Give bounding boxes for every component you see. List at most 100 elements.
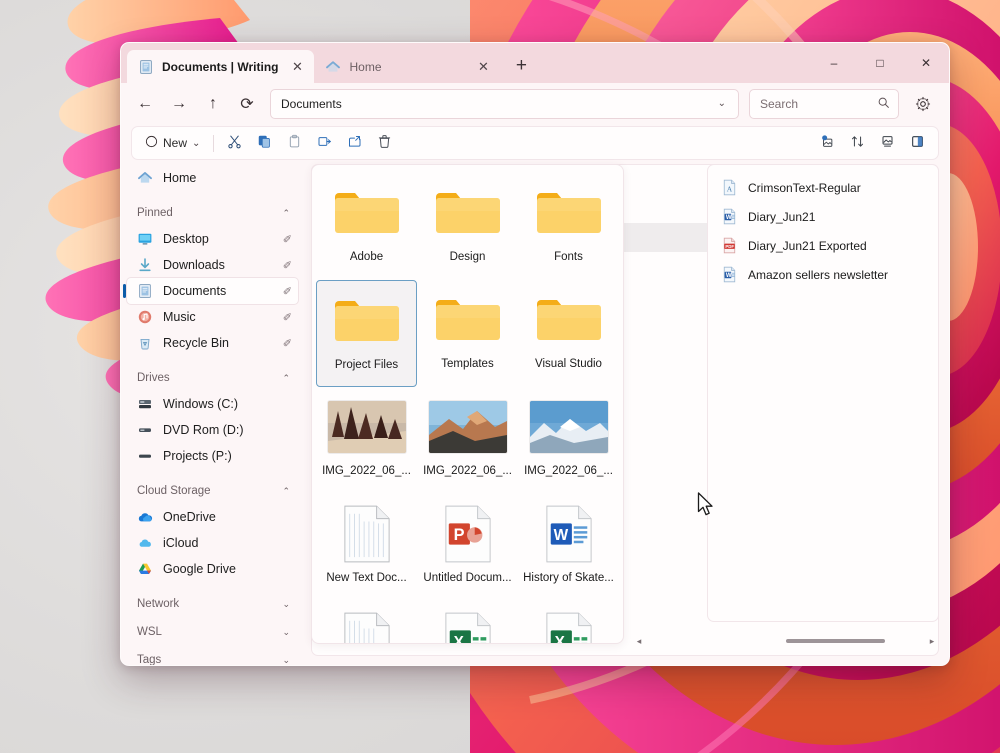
delete-button[interactable] <box>369 129 399 157</box>
maximize-button[interactable]: □ <box>857 43 903 83</box>
sidebar-item-label: Recycle Bin <box>163 336 229 350</box>
scroll-left-arrow-icon[interactable]: ◂ <box>634 636 644 647</box>
sidebar-item-downloads[interactable]: Downloads ✐ <box>127 252 298 278</box>
file-tile-text[interactable] <box>316 601 417 643</box>
pin-icon[interactable]: ✐ <box>283 233 292 246</box>
image-thumbnail <box>529 395 608 459</box>
tab-home[interactable]: Home ✕ <box>314 50 500 83</box>
chevron-down-icon[interactable]: ⌄ <box>282 655 290 666</box>
sidebar-item-onedrive[interactable]: OneDrive <box>127 504 298 530</box>
toolbar-divider <box>213 134 215 152</box>
pin-icon[interactable]: ✐ <box>283 337 292 350</box>
sidebar-item-projects-p[interactable]: Projects (P:) <box>127 443 298 469</box>
sidebar-item-google-drive[interactable]: Google Drive <box>127 556 298 582</box>
file-tile-folder[interactable]: Templates <box>417 280 518 387</box>
file-tile-image[interactable]: IMG_2022_06_... <box>316 387 417 494</box>
sidebar-group-cloud-storage[interactable]: Cloud Storage ⌃ <box>127 478 298 504</box>
up-button[interactable]: ↑ <box>197 89 229 119</box>
search-input[interactable] <box>760 96 877 111</box>
file-tile-text[interactable]: New Text Doc... <box>316 494 417 601</box>
image-thumbnail <box>428 395 507 459</box>
new-tab-button[interactable]: + <box>506 51 536 81</box>
right-file-pane[interactable]: A CrimsonText-Regular W Diary_Jun21 PDF … <box>707 164 939 622</box>
chevron-down-icon[interactable]: ⌄ <box>282 627 290 638</box>
back-button[interactable]: ← <box>129 89 161 119</box>
file-tile-folder[interactable]: Design <box>417 173 518 280</box>
file-tile-folder[interactable]: Adobe <box>316 173 417 280</box>
sort-button[interactable] <box>842 129 872 157</box>
scroll-right-arrow-icon[interactable]: ▸ <box>927 636 937 647</box>
share-button[interactable] <box>339 129 369 157</box>
sidebar-item-music[interactable]: Music ✐ <box>127 304 298 330</box>
copy-button[interactable] <box>249 129 279 157</box>
list-item[interactable]: PDF Diary_Jun21 Exported <box>714 231 932 260</box>
scrollbar-thumb[interactable] <box>785 639 885 643</box>
address-bar[interactable]: Documents ⌄ <box>270 88 739 119</box>
sidebar-group-network[interactable]: Network ⌄ <box>127 591 298 617</box>
plus-circle-icon <box>145 135 158 151</box>
file-tile-excel[interactable]: X <box>518 601 619 643</box>
rename-button[interactable] <box>309 129 339 157</box>
tab-documents-writing[interactable]: Documents | Writing ✕ <box>127 50 315 83</box>
file-icon-grid[interactable]: Adobe Design Fonts Project Files Templat… <box>311 164 624 644</box>
sidebar-group-drives[interactable]: Drives ⌃ <box>127 365 298 391</box>
file-tile-powerpoint[interactable]: P Untitled Docum... <box>417 494 518 601</box>
close-button[interactable]: ✕ <box>903 43 949 83</box>
file-grid-inner: Adobe Design Fonts Project Files Templat… <box>312 165 623 643</box>
pin-icon[interactable]: ✐ <box>283 311 292 324</box>
folder-icon <box>331 289 403 353</box>
horizontal-scrollbar[interactable]: ◂ ▸ <box>632 634 939 648</box>
file-tile-label: New Text Doc... <box>326 572 407 584</box>
pdf-file-icon: PDF <box>722 237 738 255</box>
paste-button[interactable] <box>279 129 309 157</box>
search-icon <box>877 96 890 112</box>
gear-icon[interactable] <box>907 89 939 119</box>
view-button[interactable] <box>872 129 902 157</box>
search-box[interactable] <box>749 88 899 119</box>
chevron-down-icon[interactable]: ⌄ <box>282 599 290 610</box>
sidebar-item-icloud[interactable]: iCloud <box>127 530 298 556</box>
pin-icon[interactable]: ✐ <box>283 259 292 272</box>
file-tile-excel[interactable]: X <box>417 601 518 643</box>
file-tile-folder[interactable]: Fonts <box>518 173 619 280</box>
file-tile-folder-selected[interactable]: Project Files <box>316 280 417 387</box>
file-tile-label: Untitled Docum... <box>423 572 512 584</box>
navigation-sidebar[interactable]: Home Pinned ⌃ Desktop ✐ Downloads ✐ Docu… <box>121 160 306 666</box>
file-tile-image[interactable]: IMG_2022_06_... <box>417 387 518 494</box>
chevron-up-icon[interactable]: ⌃ <box>282 208 290 219</box>
sidebar-group-wsl[interactable]: WSL ⌄ <box>127 619 298 645</box>
tab-close-icon[interactable]: ✕ <box>286 56 308 78</box>
details-pane-button[interactable] <box>902 129 932 157</box>
file-tile-word[interactable]: W History of Skate... <box>518 494 619 601</box>
chevron-down-icon[interactable]: ⌄ <box>712 98 732 109</box>
group-label: Network <box>137 598 180 610</box>
chevron-up-icon[interactable]: ⌃ <box>282 486 290 497</box>
file-tile-image[interactable]: IMG_2022_06_... <box>518 387 619 494</box>
sidebar-item-documents[interactable]: Documents ✐ <box>123 278 298 304</box>
tab-close-icon[interactable]: ✕ <box>472 56 494 78</box>
file-tile-folder[interactable]: Visual Studio <box>518 280 619 387</box>
desktop-icon <box>137 231 153 247</box>
group-label: Drives <box>137 372 170 384</box>
list-item[interactable]: W Diary_Jun21 <box>714 202 932 231</box>
chevron-down-icon[interactable]: ⌄ <box>192 138 200 149</box>
sidebar-item-home-top[interactable]: Home <box>127 165 298 191</box>
filter-button[interactable] <box>812 129 842 157</box>
chevron-up-icon[interactable]: ⌃ <box>282 373 290 384</box>
pin-icon[interactable]: ✐ <box>283 285 292 298</box>
sidebar-item-windows-c[interactable]: Windows (C:) <box>127 391 298 417</box>
sidebar-item-dvd-rom-d[interactable]: DVD Rom (D:) <box>127 417 298 443</box>
refresh-button[interactable]: ⟳ <box>231 89 263 119</box>
new-button[interactable]: New ⌄ <box>138 129 208 157</box>
list-item[interactable]: A CrimsonText-Regular <box>714 173 932 202</box>
sidebar-item-recycle-bin[interactable]: Recycle Bin ✐ <box>127 330 298 356</box>
scrollbar-track[interactable] <box>648 639 923 643</box>
sidebar-item-desktop[interactable]: Desktop ✐ <box>127 226 298 252</box>
sidebar-group-tags[interactable]: Tags ⌄ <box>127 647 298 666</box>
sidebar-group-pinned[interactable]: Pinned ⌃ <box>127 200 298 226</box>
list-item[interactable]: W Amazon sellers newsletter <box>714 260 932 289</box>
cut-button[interactable] <box>219 129 249 157</box>
minimize-button[interactable]: – <box>811 43 857 83</box>
forward-button[interactable]: → <box>163 89 195 119</box>
file-tile-label: Visual Studio <box>535 358 602 370</box>
